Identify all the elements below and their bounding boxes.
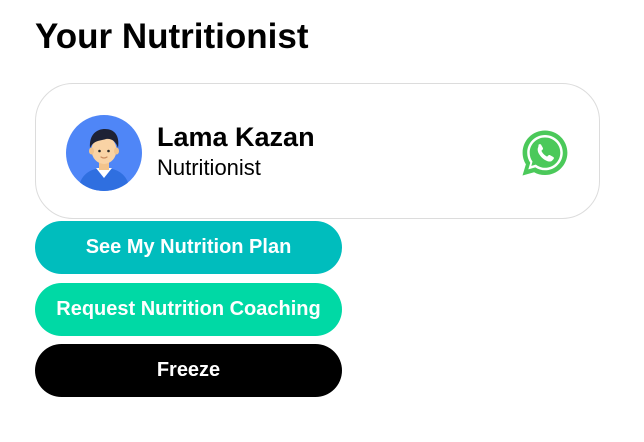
nutritionist-card: Lama Kazan Nutritionist: [35, 83, 600, 219]
page-title: Your Nutritionist: [35, 17, 309, 56]
whatsapp-icon: [522, 130, 568, 176]
whatsapp-button[interactable]: [519, 127, 571, 179]
request-coaching-button[interactable]: Request Nutrition Coaching: [35, 283, 342, 336]
avatar-icon: [66, 115, 142, 191]
avatar: [66, 115, 142, 191]
nutritionist-role: Nutritionist: [157, 155, 261, 180]
nutritionist-name: Lama Kazan: [157, 122, 315, 152]
freeze-button[interactable]: Freeze: [35, 344, 342, 397]
see-nutrition-plan-button[interactable]: See My Nutrition Plan: [35, 221, 342, 274]
